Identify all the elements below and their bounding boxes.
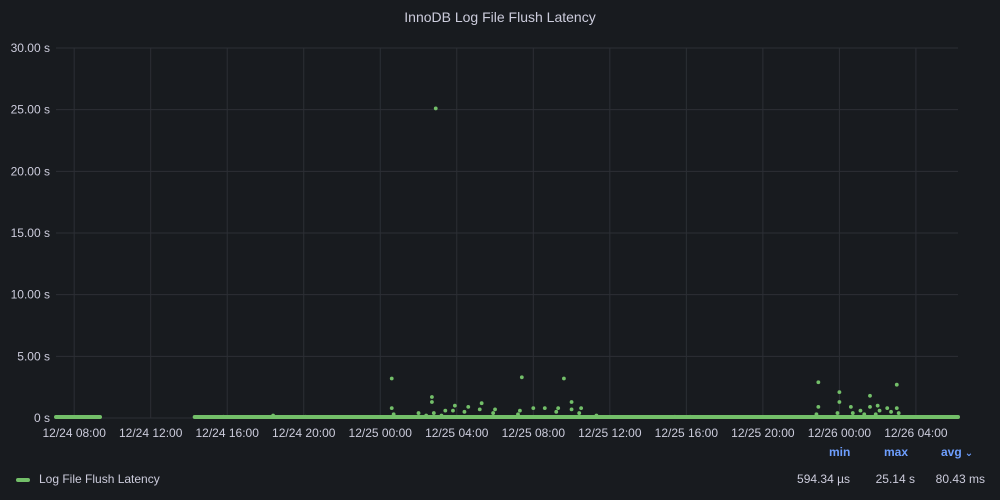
grid-lines xyxy=(56,47,958,419)
data-point xyxy=(848,405,853,409)
data-point xyxy=(518,408,522,413)
data-point xyxy=(531,406,536,411)
data-point xyxy=(516,412,520,417)
data-point xyxy=(875,403,880,408)
data-point xyxy=(835,411,840,415)
x-tick-label: 12/25 20:00 xyxy=(731,426,795,440)
data-point xyxy=(562,376,566,381)
y-tick-label: 20.00 s xyxy=(11,164,50,178)
y-tick-label: 10.00 s xyxy=(11,288,50,302)
data-point xyxy=(391,412,396,417)
x-tick-label: 12/26 00:00 xyxy=(808,426,872,440)
legend-series-name[interactable]: Log File Flush Latency xyxy=(39,472,160,486)
data-point xyxy=(577,411,582,415)
x-tick-label: 12/25 04:00 xyxy=(425,426,489,440)
data-point xyxy=(477,407,482,412)
data-point xyxy=(569,400,574,404)
data-point xyxy=(424,413,429,418)
legend-value-avg: 80.43 ms xyxy=(935,472,985,486)
data-point xyxy=(816,380,821,385)
y-tick-label: 5.00 s xyxy=(17,349,50,363)
y-tick-label: 0 s xyxy=(34,411,50,425)
data-point xyxy=(443,408,448,413)
data-point xyxy=(451,408,455,413)
legend-value-max: 25.14 s xyxy=(875,472,915,486)
x-tick-label: 12/24 20:00 xyxy=(272,426,336,440)
x-tick-label: 12/25 00:00 xyxy=(349,426,413,440)
legend-header-avg[interactable]: avg ⌄ xyxy=(941,445,973,459)
data-point xyxy=(479,401,484,406)
data-point xyxy=(271,413,276,418)
data-point xyxy=(816,405,821,409)
data-point xyxy=(491,411,496,415)
data-point xyxy=(894,406,899,411)
x-tick-label: 12/24 08:00 xyxy=(42,426,106,440)
data-point xyxy=(896,411,901,415)
data-point xyxy=(462,409,467,414)
data-point xyxy=(430,400,434,404)
data-point xyxy=(672,414,677,419)
data-point xyxy=(493,407,497,412)
data-point xyxy=(837,400,842,404)
data-point xyxy=(569,407,574,412)
x-tick-label: 12/26 04:00 xyxy=(884,426,948,440)
x-tick-label: 12/24 16:00 xyxy=(196,426,260,440)
data-point xyxy=(556,406,561,411)
data-point xyxy=(433,106,438,111)
y-axis-ticks: 0 s 5.00 s 10.00 s 15.00 s 20.00 s 25.00 s 30.… xyxy=(11,41,50,425)
data-point xyxy=(439,413,444,418)
x-tick-label: 12/25 16:00 xyxy=(655,426,719,440)
data-point xyxy=(554,409,559,414)
data-point xyxy=(868,393,872,398)
data-point xyxy=(850,411,855,415)
x-tick-label: 12/25 08:00 xyxy=(502,426,566,440)
legend-header-min[interactable]: min xyxy=(829,445,850,459)
data-point xyxy=(894,382,899,387)
data-point xyxy=(873,412,878,417)
data-point xyxy=(579,406,584,411)
data-point xyxy=(594,413,599,418)
y-tick-label: 30.00 s xyxy=(11,41,50,55)
x-tick-label: 12/24 12:00 xyxy=(119,426,183,440)
legend-item[interactable]: Log File Flush Latency 594.34 µs 25.14 s… xyxy=(0,470,1000,488)
data-point xyxy=(519,375,524,380)
legend-header: min max avg ⌄ xyxy=(0,445,1000,463)
data-point xyxy=(862,412,867,417)
legend-value-min: 594.34 µs xyxy=(797,472,850,486)
legend-color-swatch[interactable] xyxy=(16,478,30,482)
data-point xyxy=(389,406,394,411)
data-point xyxy=(389,376,394,381)
data-point xyxy=(452,403,457,408)
data-point xyxy=(889,409,893,414)
legend-header-max[interactable]: max xyxy=(884,445,908,459)
data-point xyxy=(416,411,421,415)
x-tick-label: 12/25 12:00 xyxy=(578,426,642,440)
x-axis-ticks: 12/24 08:00 12/24 12:00 12/24 16:00 12/24 2… xyxy=(42,426,947,440)
data-point xyxy=(814,412,819,417)
data-point xyxy=(430,395,434,399)
data-point xyxy=(221,414,226,419)
data-point xyxy=(688,414,693,419)
data-point xyxy=(877,408,882,413)
latency-chart: 0 s 5.00 s 10.00 s 15.00 s 20.00 s 25.00 s 30.… xyxy=(11,41,960,440)
data-point xyxy=(303,414,308,419)
data-point xyxy=(858,408,863,413)
data-point xyxy=(868,405,872,409)
series-log-file-flush-latency xyxy=(54,106,960,419)
data-point xyxy=(466,405,471,409)
data-point xyxy=(837,390,842,394)
chevron-down-icon: ⌄ xyxy=(964,448,974,459)
data-point xyxy=(542,406,547,411)
y-tick-label: 15.00 s xyxy=(11,226,50,240)
data-point xyxy=(431,411,436,415)
y-tick-label: 25.00 s xyxy=(11,103,50,117)
legend-header-avg-label: avg xyxy=(941,445,962,459)
data-point xyxy=(885,406,890,411)
